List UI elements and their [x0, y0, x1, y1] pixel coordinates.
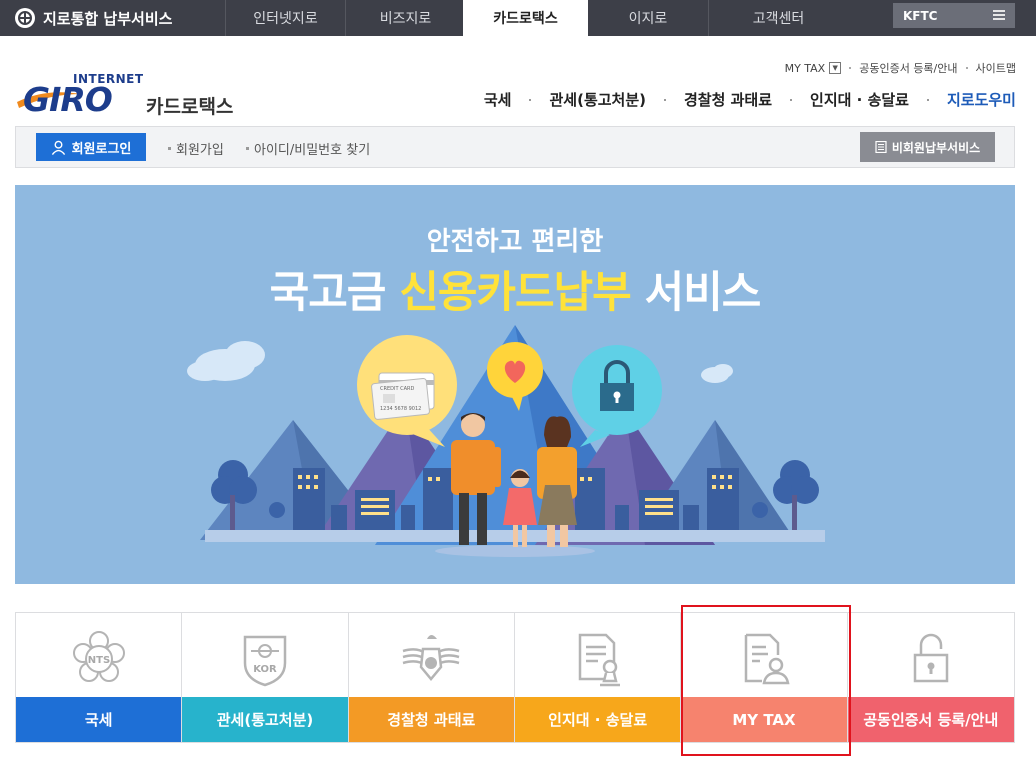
join-link[interactable]: 회원가입 [168, 139, 224, 158]
cert-link[interactable]: 공동인증서 등록/안내 [859, 60, 957, 76]
nts-text: NTS [87, 655, 109, 666]
main-banner[interactable]: CREDIT CARD 1234 5678 9012 안전하고 편리한 국고금 … [15, 185, 1015, 584]
document-stamp-icon [578, 633, 620, 687]
brand-title: 지로통합 납부서비스 [43, 9, 173, 28]
quick-national-tax[interactable]: NTS 국세 [16, 613, 183, 742]
police-emblem-icon [402, 635, 460, 681]
member-login-button[interactable]: 회원로그인 [36, 133, 146, 161]
quick-menu: NTS 국세 KOR 관세(통고처분) 경찰청 과태료 인지대 · 송달료 MY… [15, 612, 1015, 743]
quick-my-tax[interactable]: MY TAX [681, 613, 848, 742]
quick-stamp-fee[interactable]: 인지대 · 송달료 [514, 613, 682, 742]
global-nav: 국세 관세(통고처분) 경찰청 과태료 인지대 · 송달료 지로도우미 [484, 89, 1016, 110]
mytax-dropdown[interactable]: MY TAX ▼ [785, 62, 842, 75]
banner-highlight: 신용카드납부 [399, 268, 631, 318]
kftc-menu-button[interactable]: KFTC [893, 3, 1015, 28]
sitemap-link[interactable]: 사이트맵 [976, 60, 1016, 76]
tab-card-ro-tax[interactable]: 카드로택스 [463, 0, 588, 36]
guest-payment-button[interactable]: 비회원납부서비스 [860, 132, 995, 162]
giro-logo[interactable]: INTERNET GIRO 카드로택스 [15, 70, 245, 119]
gnav-item-giro-helper[interactable]: 지로도우미 [947, 89, 1016, 110]
giro-globe-icon [15, 8, 35, 28]
card-text: CREDIT CARD [380, 386, 414, 392]
quick-customs[interactable]: KOR 관세(통고처분) [182, 613, 349, 742]
mytax-user-document-icon [744, 633, 790, 685]
tab-customer-center[interactable]: 고객센터 [708, 0, 848, 36]
banner-headline-2: 국고금 신용카드납부 서비스 [269, 268, 762, 318]
customs-shield-icon: KOR [243, 635, 287, 687]
tab-e-giro[interactable]: 이지로 [588, 0, 708, 36]
tab-internet-giro[interactable]: 인터넷지로 [225, 0, 345, 36]
banner-headline-1: 안전하고 편리한 [426, 227, 604, 257]
chevron-down-icon: ▼ [829, 62, 842, 74]
gnav-item-stamp-fee[interactable]: 인지대 · 송달료 [810, 89, 909, 110]
credit-card-icon: CREDIT CARD 1234 5678 9012 [371, 372, 435, 420]
user-icon [51, 140, 65, 155]
padlock-icon [913, 633, 949, 683]
gnav-item-national-tax[interactable]: 국세 [484, 89, 512, 110]
quick-police-fine[interactable]: 경찰청 과태료 [348, 613, 515, 742]
nts-emblem-icon: NTS [72, 631, 125, 682]
kor-text: KOR [253, 664, 277, 675]
tab-biz-giro[interactable]: 비즈지로 [345, 0, 465, 36]
find-id-password-link[interactable]: 아이디/비밀번호 찾기 [246, 139, 370, 158]
card-number: 1234 5678 9012 [380, 406, 421, 412]
quick-cert-guide[interactable]: 공동인증서 등록/안내 [847, 613, 1014, 742]
brand-link[interactable]: 지로통합 납부서비스 [14, 0, 172, 36]
gnav-item-police-fine[interactable]: 경찰청 과태료 [684, 89, 772, 110]
top-bar: 지로통합 납부서비스 인터넷지로 비즈지로 카드로택스 이지로 고객센터 KFT… [0, 0, 1036, 36]
hamburger-icon [993, 10, 1005, 20]
utility-links: MY TAX ▼ 공동인증서 등록/안내 사이트맵 [785, 60, 1016, 76]
login-bar: 회원로그인 회원가입 아이디/비밀번호 찾기 비회원납부서비스 [15, 126, 1015, 168]
document-icon [875, 141, 887, 153]
gnav-item-customs[interactable]: 관세(통고처분) [549, 89, 646, 110]
